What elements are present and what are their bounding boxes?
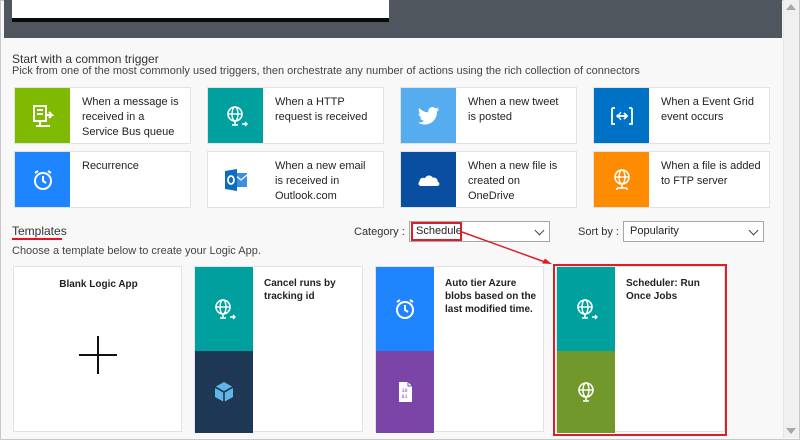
scroll-down-arrow-icon[interactable] [786,428,796,434]
chevron-down-icon [534,225,545,236]
category-highlight-box [411,222,462,241]
template-title: Blank Logic App [59,279,138,290]
trigger-label: When a new file is created on OneDrive [468,160,558,202]
template-title: Cancel runs by tracking id [264,278,336,302]
trigger-card-ftp[interactable]: When a file is added to FTP server [593,151,770,208]
triggers-subtitle: Pick from one of the most commonly used … [12,65,640,77]
templates-heading-underline [12,238,62,240]
template-card-auto-tier-blobs[interactable]: 10 01 Auto tier Azure blobs based on the … [375,266,544,433]
event-grid-icon [594,88,649,143]
blob-icon: 10 01 [376,351,434,433]
triggers-title: Start with a common trigger [12,52,159,66]
templates-subtitle: Choose a template below to create your L… [12,245,261,257]
clock-icon [376,267,434,351]
trigger-card-onedrive[interactable]: When a new file is created on OneDrive [400,151,577,208]
outlook-icon [208,152,263,207]
trigger-card-twitter[interactable]: When a new tweet is posted [400,87,577,144]
globe-icon [208,88,263,143]
service-bus-icon [15,88,70,143]
twitter-icon [401,88,456,143]
onedrive-icon [401,152,456,207]
trigger-card-outlook[interactable]: When a new email is received in Outlook.… [207,151,384,208]
header-panel [12,0,389,22]
trigger-card-recurrence[interactable]: Recurrence [14,151,191,208]
plus-icon-vertical [97,336,99,374]
trigger-label: When a new tweet is posted [468,96,559,123]
trigger-label: When a message is received in a Service … [82,96,179,138]
template-card-blank[interactable]: Blank Logic App [13,266,182,432]
trigger-label: When a new email is received in Outlook.… [275,160,366,202]
chevron-down-icon [748,225,759,236]
trigger-label: When a Event Grid event occurs [661,96,754,123]
trigger-card-event-grid[interactable]: When a Event Grid event occurs [593,87,770,144]
globe-icon [195,267,253,351]
trigger-label: When a file is added to FTP server [661,160,761,187]
ftp-icon [594,152,649,207]
trigger-label: When a HTTP request is received [275,96,368,123]
template-card-cancel-runs[interactable]: Cancel runs by tracking id [194,266,363,433]
sort-select[interactable]: Popularity [623,221,764,242]
template-selection-highlight [553,264,727,436]
trigger-card-http[interactable]: When a HTTP request is received [207,87,384,144]
trigger-card-service-bus[interactable]: When a message is received in a Service … [14,87,191,144]
trigger-label: Recurrence [82,160,139,172]
templates-heading: Templates [12,224,67,238]
svg-text:01: 01 [402,394,408,400]
scroll-up-arrow-icon[interactable] [786,4,796,10]
category-label: Category : [354,226,405,238]
sort-selected-value: Popularity [630,225,679,237]
sort-label: Sort by : [578,226,619,238]
cube-icon [195,351,253,433]
vertical-scrollbar[interactable] [783,0,799,438]
header-banner [4,0,782,38]
clock-icon [15,152,70,207]
template-title: Auto tier Azure blobs based on the last … [445,278,537,315]
